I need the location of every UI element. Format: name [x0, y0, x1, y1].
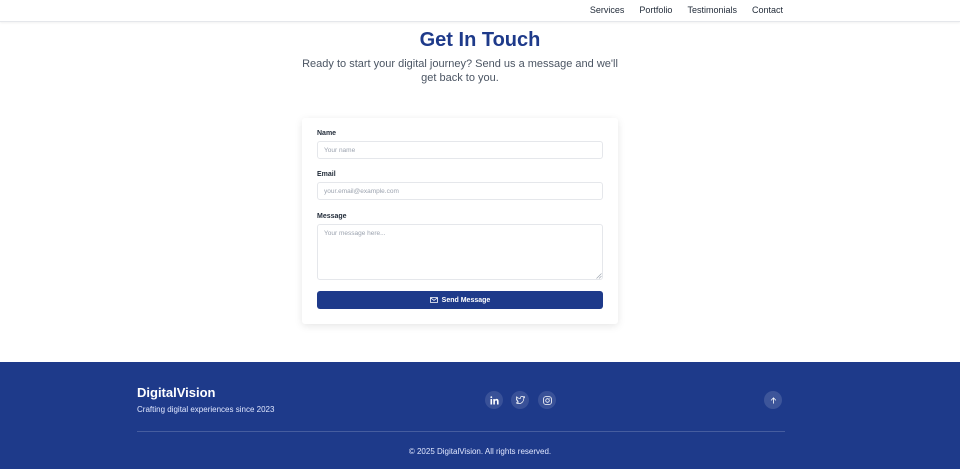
- instagram-icon[interactable]: [538, 391, 556, 409]
- page-title: Get In Touch: [419, 29, 541, 51]
- mail-icon: [429, 297, 438, 303]
- nav-link-contact[interactable]: Contact: [752, 5, 783, 15]
- contact-form: Name Email Message Send Message: [302, 118, 618, 324]
- email-label: Email: [317, 171, 336, 178]
- footer-tagline: Crafting digital experiences since 2023: [137, 405, 275, 414]
- twitter-icon[interactable]: [511, 391, 529, 409]
- arrow-up-icon: [770, 396, 776, 404]
- footer-brand: DigitalVision: [137, 385, 216, 400]
- linkedin-icon[interactable]: [485, 391, 503, 409]
- nav-links: Services Portfolio Testimonials Contact: [590, 5, 783, 15]
- message-textarea[interactable]: [317, 224, 603, 280]
- site-footer: DigitalVision Crafting digital experienc…: [0, 362, 960, 469]
- top-nav: Services Portfolio Testimonials Contact: [0, 0, 960, 22]
- page-subtitle: Ready to start your digital journey? Sen…: [302, 58, 618, 84]
- name-input[interactable]: [317, 141, 603, 159]
- email-input[interactable]: [317, 182, 603, 200]
- name-label: Name: [317, 130, 337, 137]
- send-message-button[interactable]: Send Message: [317, 291, 603, 309]
- send-message-label: Send Message: [441, 296, 491, 304]
- resize-handle-icon[interactable]: [596, 273, 602, 279]
- footer-copyright: © 2025 DigitalVision. All rights reserve…: [408, 447, 552, 456]
- message-label: Message: [317, 213, 347, 220]
- nav-link-testimonials[interactable]: Testimonials: [687, 5, 737, 15]
- nav-link-services[interactable]: Services: [590, 5, 625, 15]
- nav-link-portfolio[interactable]: Portfolio: [639, 5, 672, 15]
- back-to-top-button[interactable]: [764, 391, 782, 409]
- footer-divider: [137, 431, 785, 432]
